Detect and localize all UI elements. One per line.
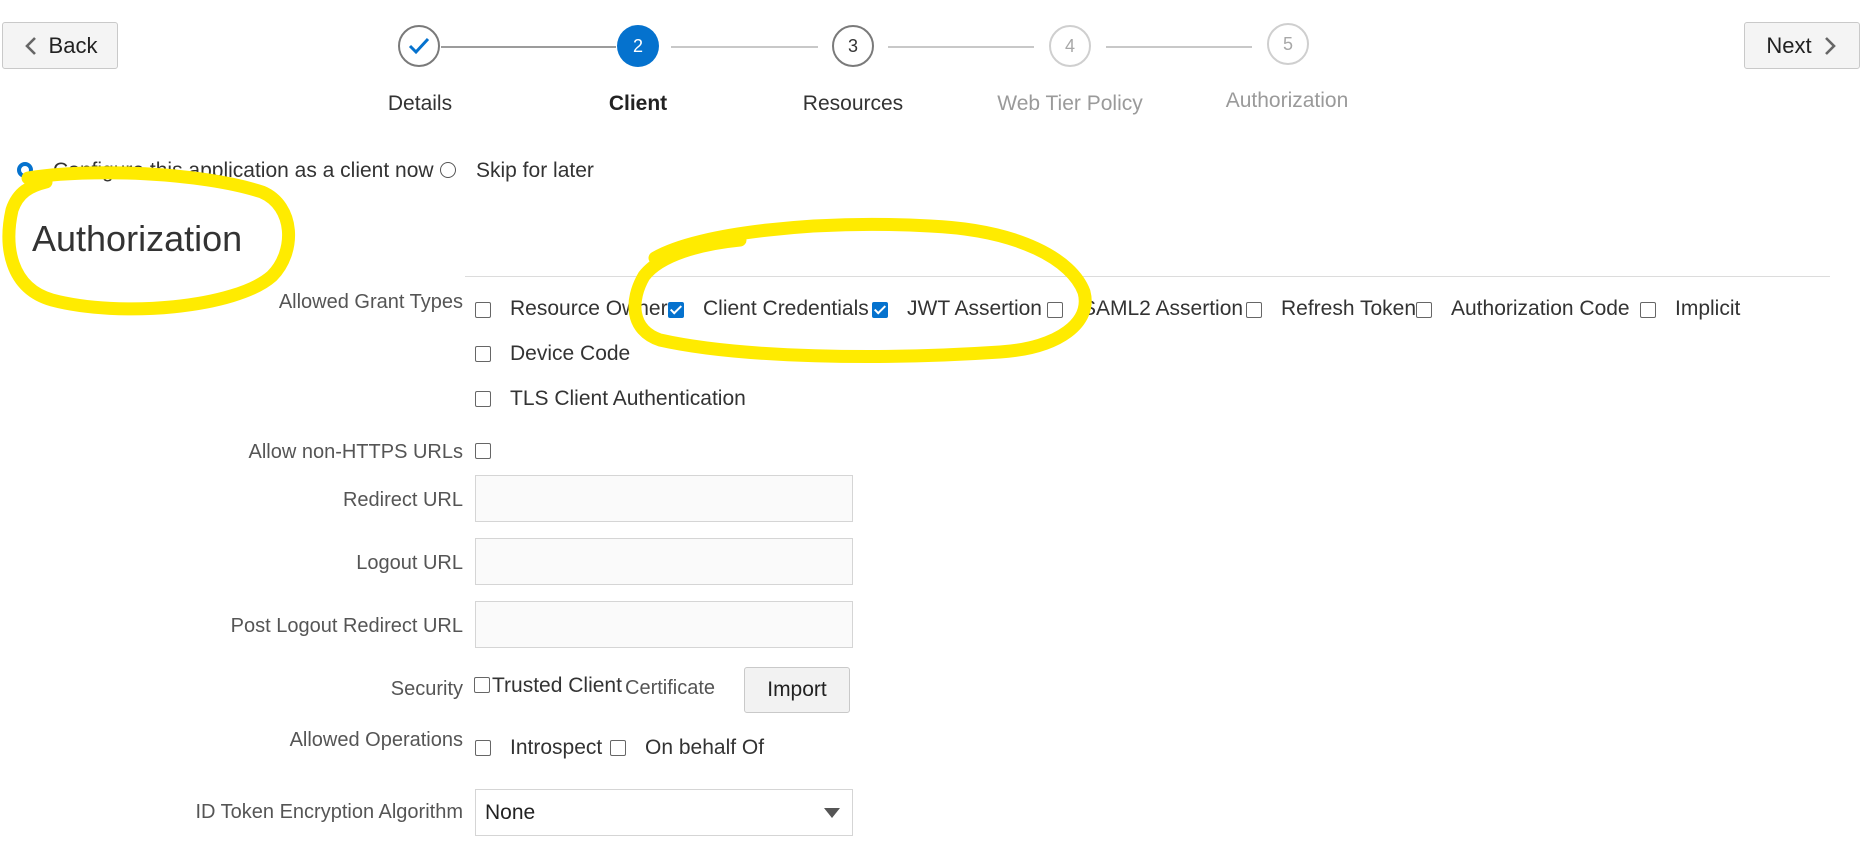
trusted-client-label[interactable]: Trusted Client xyxy=(492,674,622,698)
step-details[interactable] xyxy=(398,25,440,67)
configure-now-label[interactable]: Configure this application as a client n… xyxy=(53,159,434,183)
grant-jwt-assertion-label[interactable]: JWT Assertion xyxy=(907,297,1042,321)
introspect-label[interactable]: Introspect xyxy=(510,736,602,760)
id-token-encryption-value: None xyxy=(485,800,536,824)
logout-url-input[interactable] xyxy=(475,538,853,585)
highlight-marker-grant-types xyxy=(628,217,1092,363)
configure-now-radio[interactable] xyxy=(17,162,33,178)
certificate-label: Certificate xyxy=(625,677,716,699)
grant-resource-owner-checkbox[interactable] xyxy=(475,302,491,318)
back-button-label: Back xyxy=(48,32,98,58)
next-button-label: Next xyxy=(1766,32,1812,58)
step-label-details[interactable]: Details xyxy=(310,92,530,116)
checkmark-icon xyxy=(408,37,430,55)
grant-resource-owner-label[interactable]: Resource Owner xyxy=(510,297,668,321)
trusted-client-checkbox[interactable] xyxy=(474,677,490,693)
skip-for-later-radio[interactable] xyxy=(440,162,456,178)
grant-saml2-assertion-label[interactable]: SAML2 Assertion xyxy=(1082,297,1243,321)
grant-types-label: Allowed Grant Types xyxy=(278,291,463,313)
step-label-web-tier-policy: Web Tier Policy xyxy=(997,92,1143,115)
post-logout-redirect-url-label: Post Logout Redirect URL xyxy=(230,615,463,637)
dropdown-arrow-icon xyxy=(824,808,840,818)
step-client[interactable]: 2 xyxy=(617,25,659,67)
step-resources[interactable]: 3 xyxy=(832,25,874,67)
import-button-label: Import xyxy=(767,678,827,701)
grant-saml2-assertion-checkbox[interactable] xyxy=(1047,302,1063,318)
grant-tls-client-auth-label[interactable]: TLS Client Authentication xyxy=(510,387,746,411)
skip-for-later-label[interactable]: Skip for later xyxy=(476,159,594,183)
chevron-right-icon xyxy=(1824,36,1836,55)
train-connector xyxy=(1106,46,1252,48)
train-connector xyxy=(441,46,616,48)
grant-implicit-label[interactable]: Implicit xyxy=(1675,297,1740,321)
section-title: Authorization xyxy=(32,218,243,259)
grant-client-credentials-checkbox[interactable] xyxy=(668,302,684,318)
grant-jwt-assertion-checkbox[interactable] xyxy=(872,302,888,318)
step-number: 5 xyxy=(1282,33,1293,54)
step-label-authorization: Authorization xyxy=(1225,89,1349,112)
grant-implicit-checkbox[interactable] xyxy=(1640,302,1656,318)
grant-refresh-token-checkbox[interactable] xyxy=(1246,302,1262,318)
section-divider xyxy=(465,276,1830,277)
train-connector xyxy=(671,46,818,48)
security-label: Security xyxy=(390,678,463,700)
next-button[interactable]: Next xyxy=(1744,22,1860,69)
step-label-resources[interactable]: Resources xyxy=(743,92,963,116)
grant-device-code-label[interactable]: Device Code xyxy=(510,342,630,366)
import-certificate-button[interactable]: Import xyxy=(744,667,850,713)
redirect-url-label: Redirect URL xyxy=(342,489,463,511)
allow-non-https-label: Allow non-HTTPS URLs xyxy=(248,441,463,463)
post-logout-redirect-url-input[interactable] xyxy=(475,601,853,648)
back-button[interactable]: Back xyxy=(2,22,118,69)
logout-url-label: Logout URL xyxy=(356,552,463,574)
grant-refresh-token-label[interactable]: Refresh Token xyxy=(1281,297,1416,321)
grant-authorization-code-checkbox[interactable] xyxy=(1416,302,1432,318)
chevron-left-icon xyxy=(24,36,36,55)
allowed-operations-label: Allowed Operations xyxy=(289,729,463,751)
step-number: 4 xyxy=(1064,35,1075,56)
step-authorization: 5 xyxy=(1267,23,1309,65)
id-token-encryption-select[interactable]: None xyxy=(475,789,853,836)
highlight-annotations xyxy=(2,166,1092,363)
grant-device-code-checkbox[interactable] xyxy=(475,346,491,362)
grant-client-credentials-label[interactable]: Client Credentials xyxy=(703,297,869,321)
step-number: 3 xyxy=(847,35,858,56)
grant-tls-client-auth-checkbox[interactable] xyxy=(475,391,491,407)
redirect-url-input[interactable] xyxy=(475,475,853,522)
grant-authorization-code-label[interactable]: Authorization Code xyxy=(1451,297,1630,321)
step-label-client[interactable]: Client xyxy=(528,92,748,116)
on-behalf-of-label[interactable]: On behalf Of xyxy=(645,736,764,760)
introspect-checkbox[interactable] xyxy=(475,740,491,756)
id-token-encryption-label: ID Token Encryption Algorithm xyxy=(195,801,463,823)
allow-non-https-checkbox[interactable] xyxy=(475,443,491,459)
step-number: 2 xyxy=(632,35,643,56)
step-web-tier-policy: 4 xyxy=(1049,25,1091,67)
on-behalf-of-checkbox[interactable] xyxy=(610,740,626,756)
train-connector xyxy=(888,46,1034,48)
